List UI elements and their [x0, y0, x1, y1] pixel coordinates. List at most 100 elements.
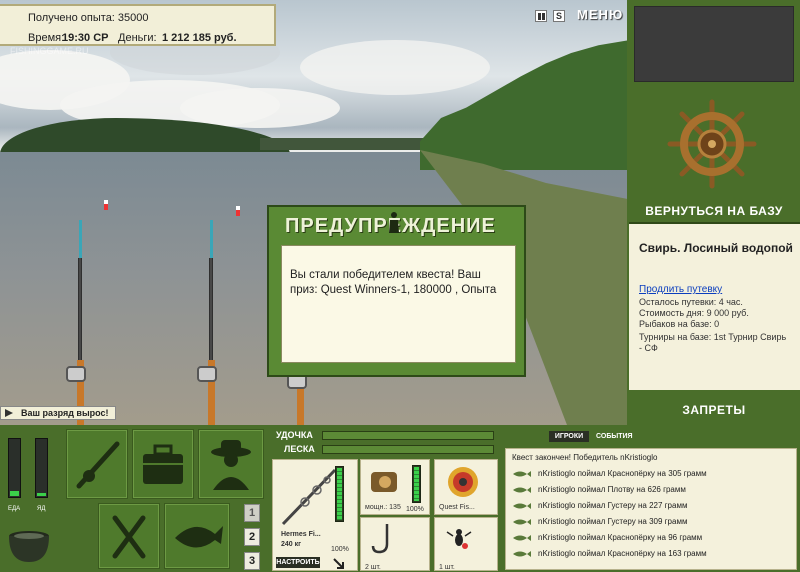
bait-slot[interactable]: 1 шт.: [434, 517, 498, 571]
fish-icon: [513, 471, 531, 477]
tackle-box-icon: [143, 444, 183, 484]
poison-bar-fill: [37, 493, 46, 496]
event-row: nKristioglo поймал Плотву на 626 грамм: [506, 482, 796, 498]
hook-slot[interactable]: 2 шт.: [360, 517, 430, 571]
reel-power: мощн.: 135: [365, 504, 401, 511]
line-slot[interactable]: Quest Fis...: [434, 459, 498, 515]
event-text: nKristioglo поймал Плотву на 626 грамм: [538, 485, 686, 494]
rods-button[interactable]: [66, 429, 128, 499]
fish-icon: [513, 503, 531, 509]
tackle-box-button[interactable]: [132, 429, 194, 499]
time-value: 19:30 СР: [62, 32, 109, 44]
fishing-line-spool-icon: [448, 467, 478, 497]
event-row: nKristioglo поймал Краснопёрку на 305 гр…: [506, 466, 796, 482]
hook-icon: [371, 524, 389, 554]
rank-up-banner[interactable]: Ваш разряд вырос!: [0, 406, 116, 420]
stats-panel: Получено опыта: 35000 Время: 19:30 СР Де…: [0, 4, 276, 46]
fish-icon: [513, 487, 531, 493]
page-3-button[interactable]: 3: [244, 552, 260, 570]
fish-icon: [513, 551, 531, 557]
rod-tension-label: УДОЧКА: [276, 430, 313, 440]
time-label: Время:: [28, 32, 65, 44]
rod-percent: 100%: [331, 546, 349, 553]
rod-weight: 240 кг: [281, 541, 302, 548]
event-text: nKristioglo поймал Густеру на 309 грамм: [538, 517, 688, 526]
extend-permit-link[interactable]: Продлить путевку: [639, 284, 722, 295]
bait-count: 1 шт.: [439, 564, 455, 571]
arrow-right-icon: [5, 409, 13, 417]
dialog-message: Вы стали победителем квеста! Ваш приз: Q…: [281, 245, 516, 363]
location-info: Свирь. Лосиный водопой Продлить путевку …: [629, 222, 800, 390]
tackle-panel: УДОЧКА ЛЕСКА 100% Hermes Fi... 240 кг мо…: [270, 425, 500, 572]
float-icon: [236, 206, 240, 216]
bans-button[interactable]: ЗАПРЕТЫ: [628, 403, 800, 417]
rod-slot[interactable]: 100% Hermes Fi... 240 кг: [272, 459, 358, 571]
location-name: Свирь. Лосиный водопой: [639, 241, 793, 255]
hook-count: 2 шт.: [365, 564, 381, 571]
event-text: nKristioglo поймал Краснопёрку на 163 гр…: [538, 549, 707, 558]
poison-bar: [35, 438, 48, 498]
knife-fork-icon: [112, 515, 146, 559]
events-header: Квест закончен! Победитель nKristioglo: [512, 453, 658, 462]
setup-button[interactable]: НАСТРОИТЬ: [276, 557, 320, 568]
food-bar-fill: [10, 491, 19, 496]
resize-arrow-icon[interactable]: [333, 558, 345, 570]
watermark: FISHINGGAME.RU: [10, 46, 89, 56]
return-to-base-button[interactable]: ВЕРНУТЬСЯ НА БАЗУ: [628, 204, 800, 218]
event-text: nKristioglo поймал Густеру на 227 грамм: [538, 501, 688, 510]
rod-name: Hermes Fi...: [281, 531, 321, 538]
menu-button[interactable]: МЕНЮ: [577, 7, 623, 22]
event-text: nKristioglo поймал Краснопёрку на 305 гр…: [538, 469, 707, 478]
kitchen-button[interactable]: [98, 503, 160, 569]
info-line: Рыбаков на базе: 0: [639, 319, 720, 329]
fish-icon: [175, 526, 223, 548]
event-row: nKristioglo поймал Густеру на 227 грамм: [506, 498, 796, 514]
fish-icon: [513, 535, 531, 541]
info-line: Турниры на базе: 1st Турнир Свирь: [639, 332, 787, 342]
reel-durability-bar: [412, 465, 421, 503]
fishing-rod-icon: [76, 441, 120, 489]
info-line: Осталось путевки: 4 час.: [639, 297, 743, 307]
food-label: ЕДА: [8, 506, 21, 512]
rod-tension-bar: [322, 431, 494, 440]
fish-icon: [513, 519, 531, 525]
reel-icon: [66, 366, 86, 382]
minimap[interactable]: [634, 6, 794, 82]
sound-button[interactable]: S: [553, 10, 565, 22]
bait-icon: [446, 529, 472, 549]
event-text: nKristioglo поймал Краснопёрку на 96 гра…: [538, 533, 703, 542]
cauldron-icon[interactable]: [6, 524, 52, 564]
food-bar: [8, 438, 21, 498]
page-2-button[interactable]: 2: [244, 528, 260, 546]
event-row: nKristioglo поймал Краснопёрку на 163 гр…: [506, 546, 796, 562]
events-list: Квест закончен! Победитель nKristioglo n…: [505, 448, 797, 570]
catch-button[interactable]: [164, 503, 230, 569]
reel-percent: 100%: [406, 506, 424, 513]
info-line: Стоимость дня: 9 000 руб.: [639, 308, 749, 318]
money-label: Деньги:: [118, 32, 157, 44]
fisherman-button[interactable]: [198, 429, 264, 499]
line-name: Quest Fis...: [439, 504, 475, 511]
fisherman-icon: [211, 440, 251, 490]
info-line: - СФ: [639, 343, 658, 353]
reel-icon: [371, 472, 397, 492]
line-tension-bar: [322, 445, 494, 454]
rod-durability-bar: [335, 466, 344, 522]
angler-icon: [389, 212, 399, 233]
rod-icon: [281, 468, 337, 526]
reel-icon: [197, 366, 217, 382]
poison-label: ЯД: [37, 506, 46, 512]
tab-players[interactable]: ИГРОКИ: [549, 431, 589, 442]
warning-dialog: ПРЕДУПРЕЖДЕНИЕ Вы стали победителем квес…: [267, 205, 526, 377]
pause-icon[interactable]: [535, 10, 547, 22]
ship-wheel-icon[interactable]: [666, 98, 758, 190]
money-value: 1 212 185 руб.: [162, 32, 237, 44]
rank-up-text: Ваш разряд вырос!: [21, 408, 109, 418]
line-tension-label: ЛЕСКА: [284, 444, 315, 454]
tab-events[interactable]: СОБЫТИЯ: [596, 431, 633, 442]
event-row: nKristioglo поймал Краснопёрку на 96 гра…: [506, 530, 796, 546]
page-1-button[interactable]: 1: [244, 504, 260, 522]
event-row: nKristioglo поймал Густеру на 309 грамм: [506, 514, 796, 530]
float-icon: [104, 200, 108, 210]
experience-text: Получено опыта: 35000: [28, 12, 149, 24]
